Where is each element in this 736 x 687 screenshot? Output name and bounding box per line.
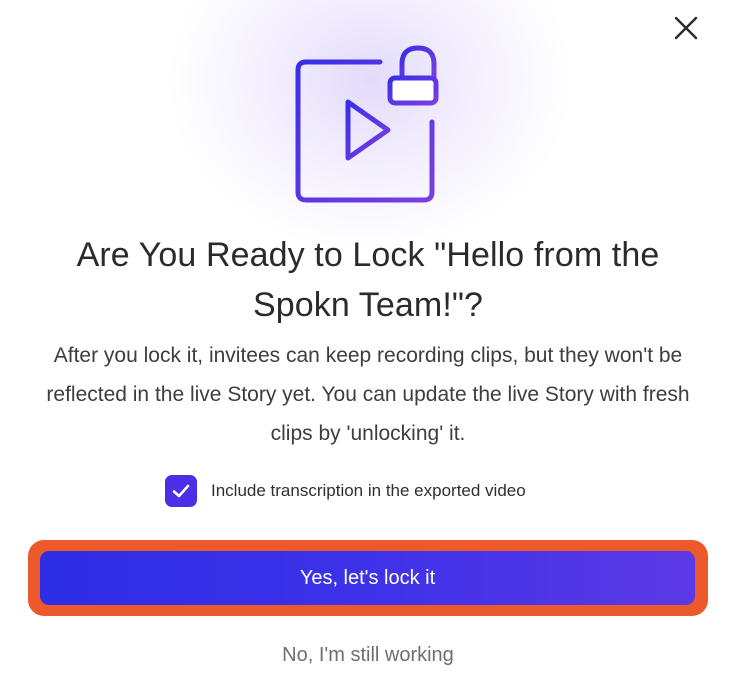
- checkmark-icon: [172, 484, 190, 498]
- still-working-button[interactable]: No, I'm still working: [168, 636, 568, 674]
- include-transcription-checkbox[interactable]: [165, 475, 197, 507]
- lock-button[interactable]: Yes, let's lock it: [40, 551, 695, 605]
- dialog-title: Are You Ready to Lock "Hello from the Sp…: [76, 236, 660, 324]
- close-button[interactable]: [668, 10, 704, 46]
- include-transcription-option[interactable]: Include transcription in the exported vi…: [165, 475, 526, 507]
- dialog-description: After you lock it, invitees can keep rec…: [46, 344, 690, 445]
- close-icon: [674, 16, 698, 40]
- lock-story-dialog: Are You Ready to Lock "Hello from the Sp…: [0, 0, 736, 687]
- include-transcription-label: Include transcription in the exported vi…: [211, 481, 526, 500]
- locked-video-icon: [295, 45, 439, 203]
